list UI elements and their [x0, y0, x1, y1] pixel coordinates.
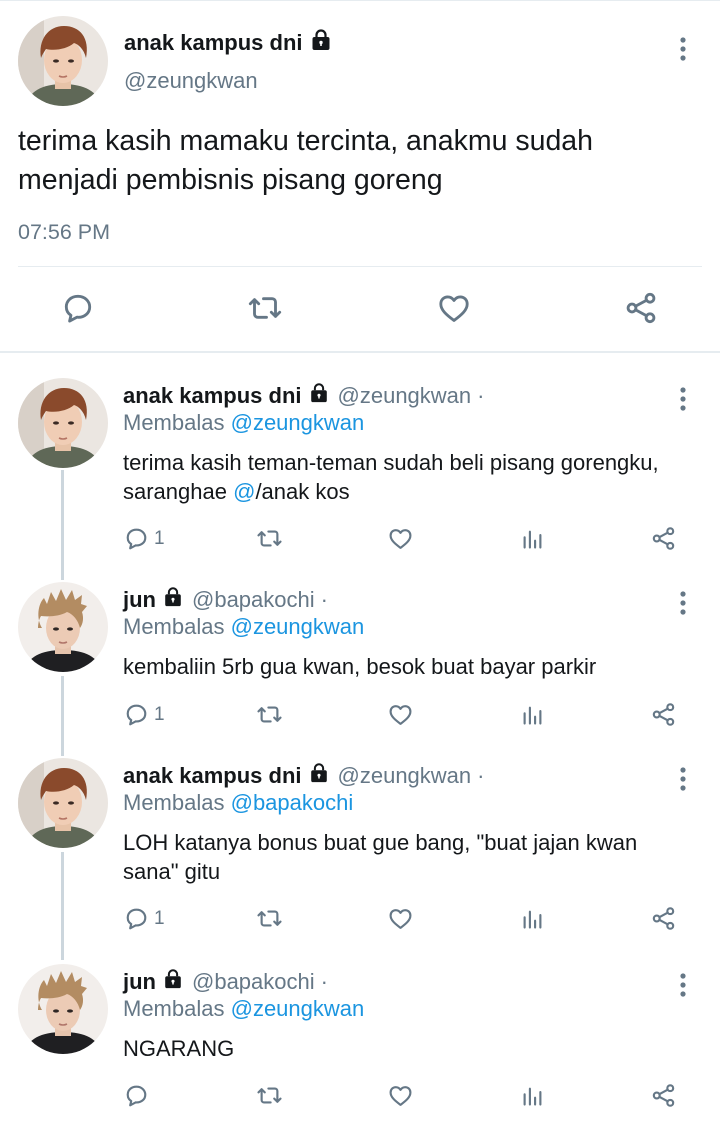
- replying-to: Membalas @zeungkwan: [123, 996, 364, 1022]
- avatar[interactable]: [18, 964, 108, 1054]
- separator-dot: ·: [320, 587, 328, 612]
- reply-actions: 1: [0, 701, 720, 731]
- like-button[interactable]: [387, 525, 414, 552]
- reply-header: jun @bapakochi ·: [123, 586, 328, 614]
- lock-icon: [308, 382, 330, 410]
- analytics-button[interactable]: [519, 701, 546, 728]
- reply-tweet: anak kampus dni @zeungkwan · Membalas @b…: [0, 758, 720, 948]
- reply-actions: 1: [0, 905, 720, 935]
- author-name[interactable]: jun: [123, 969, 156, 995]
- reply-text-part: /anak kos: [255, 479, 350, 504]
- replying-to: Membalas @zeungkwan: [123, 410, 364, 436]
- reply-text: terima kasih teman-teman sudah beli pisa…: [123, 448, 683, 506]
- reply-text-part: terima kasih teman-teman sudah beli pisa…: [123, 450, 659, 504]
- like-button[interactable]: [387, 701, 414, 728]
- replying-mention[interactable]: @bapakochi: [231, 790, 354, 815]
- separator-dot: ·: [320, 969, 328, 994]
- replying-label: Membalas: [123, 996, 225, 1021]
- replying-to: Membalas @zeungkwan: [123, 614, 364, 640]
- reply-actions: 1: [0, 525, 720, 555]
- author-handle[interactable]: @bapakochi: [192, 587, 315, 613]
- share-button[interactable]: [650, 905, 677, 932]
- share-button[interactable]: [650, 525, 677, 552]
- reply-header: anak kampus dni @zeungkwan ·: [123, 762, 484, 790]
- author-handle[interactable]: @zeungkwan: [338, 763, 472, 789]
- avatar[interactable]: [18, 758, 108, 848]
- like-button[interactable]: [387, 905, 414, 932]
- analytics-button[interactable]: [519, 1082, 546, 1109]
- author-name[interactable]: jun: [123, 587, 156, 613]
- section-separator: [0, 351, 720, 353]
- avatar[interactable]: [18, 582, 108, 672]
- author-name[interactable]: anak kampus dni: [123, 763, 302, 789]
- lock-icon: [309, 28, 333, 57]
- share-button[interactable]: [650, 701, 677, 728]
- author-handle[interactable]: @bapakochi: [192, 969, 315, 995]
- avatar[interactable]: [18, 16, 108, 106]
- reply-button[interactable]: 1: [123, 701, 165, 728]
- reply-count: 1: [154, 907, 165, 929]
- share-button[interactable]: [650, 1082, 677, 1109]
- reply-button[interactable]: 1: [123, 525, 165, 552]
- lock-icon: [308, 762, 330, 790]
- reply-button[interactable]: [123, 1082, 154, 1109]
- reply-text: LOH katanya bonus buat gue bang, "buat j…: [123, 830, 638, 884]
- more-options-icon[interactable]: [672, 384, 694, 419]
- tweet-timestamp[interactable]: 07:56 PM: [18, 220, 110, 245]
- avatar[interactable]: [18, 378, 108, 468]
- share-button[interactable]: [623, 290, 659, 326]
- retweet-button[interactable]: [256, 905, 283, 932]
- reply-text: kembaliin 5rb gua kwan, besok buat bayar…: [123, 654, 597, 679]
- lock-icon: [162, 586, 184, 614]
- reply-count: 1: [154, 703, 165, 725]
- reply-tweet: anak kampus dni @zeungkwan · Membalas @z…: [0, 378, 720, 558]
- mention-link[interactable]: @: [233, 479, 255, 504]
- analytics-button[interactable]: [519, 525, 546, 552]
- reply-tweet: jun @bapakochi · Membalas @zeungkwan kem…: [0, 582, 720, 732]
- replying-to: Membalas @bapakochi: [123, 790, 353, 816]
- author-handle[interactable]: @zeungkwan: [124, 68, 258, 94]
- lock-icon: [162, 968, 184, 996]
- author-name[interactable]: anak kampus dni: [123, 383, 302, 409]
- tweet-text: terima kasih mamaku tercinta, anakmu sud…: [18, 125, 594, 196]
- reply-actions: [0, 1082, 720, 1112]
- replying-label: Membalas: [123, 614, 225, 639]
- replying-mention[interactable]: @zeungkwan: [231, 614, 365, 639]
- replying-mention[interactable]: @zeungkwan: [231, 996, 365, 1021]
- separator-dot: ·: [477, 383, 485, 408]
- replying-label: Membalas: [123, 410, 225, 435]
- author-row: anak kampus dni: [124, 28, 333, 57]
- more-options-icon[interactable]: [672, 970, 694, 1005]
- main-tweet: anak kampus dni @zeungkwan terima kasih …: [0, 0, 720, 352]
- reply-header: anak kampus dni @zeungkwan ·: [123, 382, 484, 410]
- author-name[interactable]: anak kampus dni: [124, 30, 303, 56]
- reply-text: NGARANG: [123, 1036, 235, 1061]
- author-handle[interactable]: @zeungkwan: [338, 383, 472, 409]
- retweet-button[interactable]: [256, 1082, 283, 1109]
- replying-mention[interactable]: @zeungkwan: [231, 410, 365, 435]
- retweet-button[interactable]: [256, 701, 283, 728]
- more-options-icon[interactable]: [672, 34, 694, 69]
- analytics-button[interactable]: [519, 905, 546, 932]
- more-options-icon[interactable]: [672, 764, 694, 799]
- more-options-icon[interactable]: [672, 588, 694, 623]
- reply-button[interactable]: [60, 290, 96, 326]
- reply-tweet: jun @bapakochi · Membalas @zeungkwan NGA…: [0, 964, 720, 1114]
- reply-button[interactable]: 1: [123, 905, 165, 932]
- divider: [18, 266, 702, 267]
- retweet-button[interactable]: [247, 290, 283, 326]
- reply-header: jun @bapakochi ·: [123, 968, 328, 996]
- separator-dot: ·: [477, 763, 485, 788]
- like-button[interactable]: [387, 1082, 414, 1109]
- like-button[interactable]: [436, 290, 472, 326]
- replying-label: Membalas: [123, 790, 225, 815]
- retweet-button[interactable]: [256, 525, 283, 552]
- reply-count: 1: [154, 527, 165, 549]
